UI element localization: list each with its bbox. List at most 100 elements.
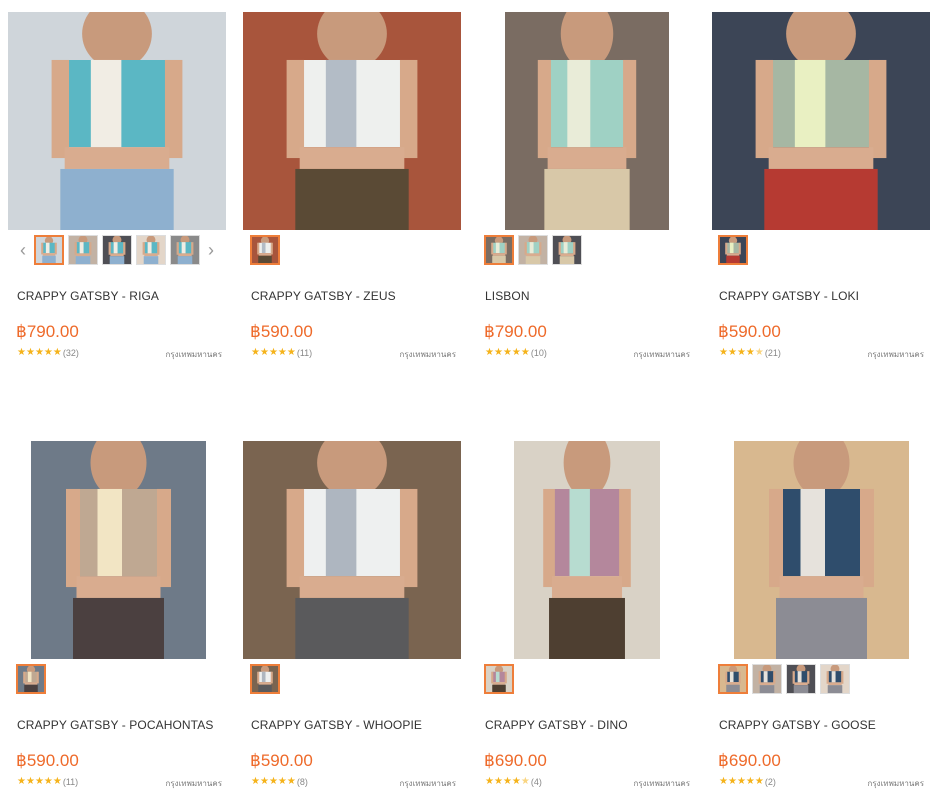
seller-location: กรุงเทพมหานคร	[867, 779, 924, 788]
thumbnail[interactable]	[518, 235, 548, 265]
product-price: ฿590.00	[718, 322, 781, 341]
thumbnail[interactable]	[170, 235, 200, 265]
chevron-left-icon[interactable]: ‹	[16, 235, 30, 265]
rating: ★★★★★ (10)	[485, 347, 547, 358]
thumbnail[interactable]	[102, 235, 132, 265]
star-icon: ★	[52, 347, 62, 358]
thumbnail-strip	[250, 664, 280, 694]
star-icon: ★	[511, 776, 521, 787]
review-count: (2)	[764, 776, 776, 787]
product-title[interactable]: CRAPPY GATSBY - ZEUS	[251, 289, 396, 303]
thumbnail[interactable]	[484, 664, 514, 694]
product-title[interactable]: LISBON	[485, 289, 530, 303]
star-icon: ★	[754, 776, 764, 787]
star-icon: ★	[736, 347, 746, 358]
seller-location: กรุงเทพมหานคร	[867, 350, 924, 359]
star-icon: ★	[727, 776, 737, 787]
product-image[interactable]	[712, 12, 930, 230]
star-icon: ★	[727, 347, 737, 358]
star-icon: ★	[43, 347, 53, 358]
seller-location: กรุงเทพมหานคร	[165, 779, 222, 788]
review-count: (10)	[530, 347, 547, 358]
star-icon: ★	[268, 347, 278, 358]
product-price: ฿690.00	[484, 751, 547, 770]
chevron-right-icon[interactable]: ›	[204, 235, 218, 265]
product-price: ฿590.00	[250, 751, 313, 770]
product-card[interactable]: CRAPPY GATSBY - LOKI ฿590.00 ★★★★★ (21) ก…	[702, 0, 936, 370]
star-icon: ★	[502, 347, 512, 358]
product-card[interactable]: LISBON ฿790.00 ★★★★★ (10) กรุงเทพมหานคร	[468, 0, 702, 370]
seller-location: กรุงเทพมหานคร	[633, 350, 690, 359]
product-image[interactable]	[31, 441, 206, 659]
thumbnail[interactable]	[820, 664, 850, 694]
star-icon: ★	[251, 776, 260, 787]
thumbnail-strip	[718, 235, 748, 265]
product-price: ฿590.00	[250, 322, 313, 341]
product-price: ฿590.00	[16, 751, 79, 770]
thumbnail-strip	[718, 664, 850, 694]
product-image[interactable]	[243, 441, 461, 659]
star-icon: ★	[520, 776, 530, 787]
thumbnail-strip	[250, 235, 280, 265]
product-title[interactable]: CRAPPY GATSBY - DINO	[485, 718, 628, 732]
star-icon: ★	[25, 776, 35, 787]
thumbnail[interactable]	[250, 664, 280, 694]
thumbnail[interactable]	[16, 664, 46, 694]
product-price: ฿790.00	[16, 322, 79, 341]
thumbnail[interactable]	[552, 235, 582, 265]
star-icon: ★	[259, 347, 269, 358]
star-icon: ★	[277, 347, 287, 358]
star-icon: ★	[17, 776, 26, 787]
product-card[interactable]: CRAPPY GATSBY - DINO ฿690.00 ★★★★★ (4) กร…	[468, 429, 702, 793]
star-icon: ★	[502, 776, 512, 787]
star-icon: ★	[745, 347, 755, 358]
star-icon: ★	[754, 347, 764, 358]
star-icon: ★	[259, 776, 269, 787]
product-image[interactable]	[8, 12, 226, 230]
thumbnail[interactable]	[484, 235, 514, 265]
product-image[interactable]	[505, 12, 669, 230]
seller-location: กรุงเทพมหานคร	[633, 779, 690, 788]
thumbnail[interactable]	[718, 664, 748, 694]
product-card[interactable]: CRAPPY GATSBY - GOOSE ฿690.00 ★★★★★ (2) ก…	[702, 429, 936, 793]
product-card[interactable]: ‹ › CRAPPY GATSBY - RIGA ฿790.00 ★★★★★ (32…	[0, 0, 234, 370]
review-count: (8)	[296, 776, 308, 787]
star-icon: ★	[511, 347, 521, 358]
product-title[interactable]: CRAPPY GATSBY - LOKI	[719, 289, 859, 303]
product-title[interactable]: CRAPPY GATSBY - POCAHONTAS	[17, 718, 213, 732]
star-icon: ★	[485, 347, 494, 358]
thumbnail[interactable]	[68, 235, 98, 265]
star-icon: ★	[43, 776, 53, 787]
star-icon: ★	[745, 776, 755, 787]
product-title[interactable]: CRAPPY GATSBY - WHOOPIE	[251, 718, 422, 732]
thumbnail[interactable]	[250, 235, 280, 265]
rating: ★★★★★ (8)	[251, 776, 308, 787]
rating: ★★★★★ (11)	[251, 347, 312, 358]
thumbnail[interactable]	[786, 664, 816, 694]
product-image[interactable]	[243, 12, 461, 230]
product-card[interactable]: CRAPPY GATSBY - ZEUS ฿590.00 ★★★★★ (11) ก…	[234, 0, 468, 370]
product-price: ฿690.00	[718, 751, 781, 770]
product-title[interactable]: CRAPPY GATSBY - GOOSE	[719, 718, 876, 732]
product-image[interactable]	[734, 441, 909, 659]
star-icon: ★	[25, 347, 35, 358]
rating: ★★★★★ (21)	[719, 347, 781, 358]
product-card[interactable]: CRAPPY GATSBY - WHOOPIE ฿590.00 ★★★★★ (8)…	[234, 429, 468, 793]
review-count: (11)	[62, 776, 79, 787]
thumbnail[interactable]	[752, 664, 782, 694]
thumbnail[interactable]	[34, 235, 64, 265]
rating: ★★★★★ (4)	[485, 776, 542, 787]
rating: ★★★★★ (11)	[17, 776, 78, 787]
seller-location: กรุงเทพมหานคร	[165, 350, 222, 359]
review-count: (4)	[530, 776, 542, 787]
star-icon: ★	[736, 776, 746, 787]
product-card[interactable]: CRAPPY GATSBY - POCAHONTAS ฿590.00 ★★★★★…	[0, 429, 234, 793]
product-image[interactable]	[514, 441, 660, 659]
review-count: (11)	[296, 347, 313, 358]
thumbnail[interactable]	[718, 235, 748, 265]
thumbnail-strip	[484, 664, 514, 694]
seller-location: กรุงเทพมหานคร	[399, 350, 456, 359]
product-title[interactable]: CRAPPY GATSBY - RIGA	[17, 289, 159, 303]
review-count: (32)	[62, 347, 79, 358]
thumbnail[interactable]	[136, 235, 166, 265]
